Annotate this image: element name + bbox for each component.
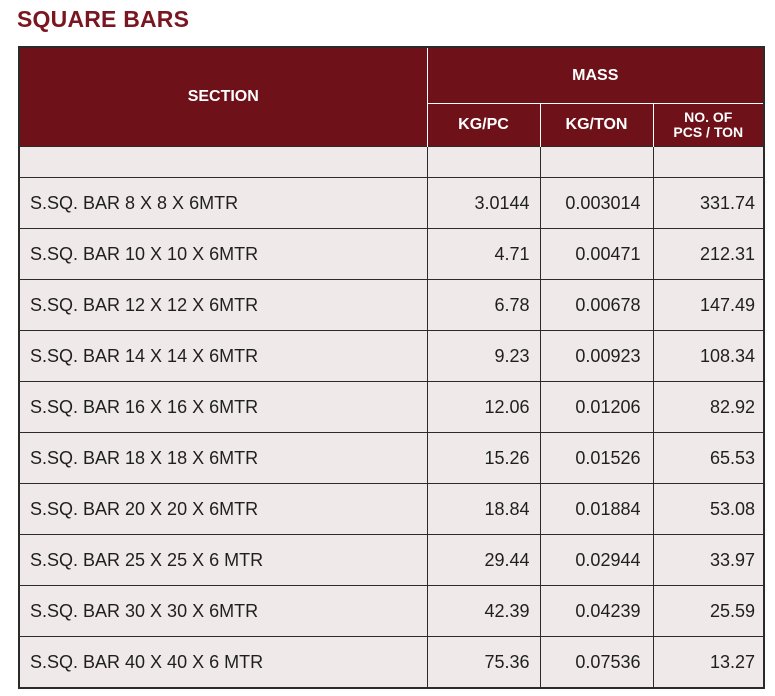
cell-section: S.SQ. BAR 14 X 14 X 6MTR xyxy=(18,330,428,382)
cell-section: S.SQ. BAR 30 X 30 X 6MTR xyxy=(18,585,428,637)
cell-section: S.SQ. BAR 16 X 16 X 6MTR xyxy=(18,381,428,433)
cell-kg-ton: 0.02944 xyxy=(539,534,654,586)
cell-kg-pc: 42.39 xyxy=(426,585,541,637)
table-row: S.SQ. BAR 8 X 8 X 6MTR 3.0144 0.003014 331.… xyxy=(18,177,765,229)
cell-section: S.SQ. BAR 25 X 25 X 6 MTR xyxy=(18,534,428,586)
cell-pcs-ton: 25.59 xyxy=(652,585,765,637)
cell-section: S.SQ. BAR 12 X 12 X 6MTR xyxy=(18,279,428,331)
cell-pcs-ton: 33.97 xyxy=(652,534,765,586)
header-section: SECTION xyxy=(19,47,428,147)
header-pcs-ton: NO. OF PCS / TON xyxy=(652,103,765,147)
cell-kg-pc: 12.06 xyxy=(426,381,541,433)
table-header: SECTION MASS KG/PC KG/TON NO. OF PCS / T… xyxy=(19,47,765,147)
table-row: S.SQ. BAR 20 X 20 X 6MTR 18.84 0.01884 53.0… xyxy=(18,483,765,535)
table-row: S.SQ. BAR 12 X 12 X 6MTR 6.78 0.00678 147.4… xyxy=(18,279,765,331)
cell-pcs-ton: 53.08 xyxy=(652,483,765,535)
cell-kg-pc: 15.26 xyxy=(426,432,541,484)
page-title: SQUARE BARS xyxy=(17,6,190,32)
cell-kg-pc: 18.84 xyxy=(426,483,541,535)
table-row: S.SQ. BAR 14 X 14 X 6MTR 9.23 0.00923 108.3… xyxy=(18,330,765,382)
table-row: S.SQ. BAR 25 X 25 X 6 MTR 29.44 0.02944 33.… xyxy=(18,534,765,586)
cell-pcs-ton: 13.27 xyxy=(652,636,765,689)
cell-kg-ton: 0.003014 xyxy=(539,177,654,229)
cell-kg-ton: 0.07536 xyxy=(539,636,654,689)
header-pcs-ton-line1: NO. OF xyxy=(684,109,733,125)
cell-kg-ton: 0.01884 xyxy=(539,483,654,535)
table-row: S.SQ. BAR 18 X 18 X 6MTR 15.26 0.01526 65.5… xyxy=(18,432,765,484)
cell-kg-pc: 4.71 xyxy=(426,228,541,280)
cell-pcs-ton: 147.49 xyxy=(652,279,765,331)
cell-pcs-ton: 212.31 xyxy=(652,228,765,280)
cell-pcs-ton: 82.92 xyxy=(652,381,765,433)
table-row: S.SQ. BAR 10 X 10 X 6MTR 4.71 0.00471 212.3… xyxy=(18,228,765,280)
cell-section: S.SQ. BAR 8 X 8 X 6MTR xyxy=(18,177,428,229)
cell-kg-pc: 3.0144 xyxy=(426,177,541,229)
header-kg-pc: KG/PC xyxy=(426,103,541,147)
cell-kg-pc: 29.44 xyxy=(426,534,541,586)
table-row: S.SQ. BAR 40 X 40 X 6 MTR 75.36 0.07536 13.… xyxy=(18,636,765,689)
cell-section: S.SQ. BAR 20 X 20 X 6MTR xyxy=(18,483,428,535)
cell-kg-ton: 0.01526 xyxy=(539,432,654,484)
cell-kg-pc: 9.23 xyxy=(426,330,541,382)
header-kg-ton: KG/TON xyxy=(539,103,654,147)
table-row: S.SQ. BAR 30 X 30 X 6MTR 42.39 0.04239 25.5… xyxy=(18,585,765,637)
cell-pcs-ton: 331.74 xyxy=(652,177,765,229)
cell-kg-pc: 6.78 xyxy=(426,279,541,331)
cell-kg-pc: 75.36 xyxy=(426,636,541,689)
cell-section: S.SQ. BAR 18 X 18 X 6MTR xyxy=(18,432,428,484)
cell-pcs-ton: 65.53 xyxy=(652,432,765,484)
cell-kg-ton: 0.04239 xyxy=(539,585,654,637)
table-body: S.SQ. BAR 8 X 8 X 6MTR 3.0144 0.003014 331.… xyxy=(18,146,765,689)
header-pcs-ton-line2: PCS / TON xyxy=(673,124,744,140)
table-spacer-row xyxy=(18,146,765,178)
cell-kg-ton: 0.00923 xyxy=(539,330,654,382)
cell-kg-ton: 0.00471 xyxy=(539,228,654,280)
table-row: S.SQ. BAR 16 X 16 X 6MTR 12.06 0.01206 82.9… xyxy=(18,381,765,433)
cell-pcs-ton: 108.34 xyxy=(652,330,765,382)
cell-kg-ton: 0.01206 xyxy=(539,381,654,433)
cell-section: S.SQ. BAR 40 X 40 X 6 MTR xyxy=(18,636,428,689)
header-mass: MASS xyxy=(426,47,765,104)
cell-section: S.SQ. BAR 10 X 10 X 6MTR xyxy=(18,228,428,280)
cell-kg-ton: 0.00678 xyxy=(539,279,654,331)
square-bars-table: SECTION MASS KG/PC KG/TON NO. OF PCS / T… xyxy=(18,46,766,689)
